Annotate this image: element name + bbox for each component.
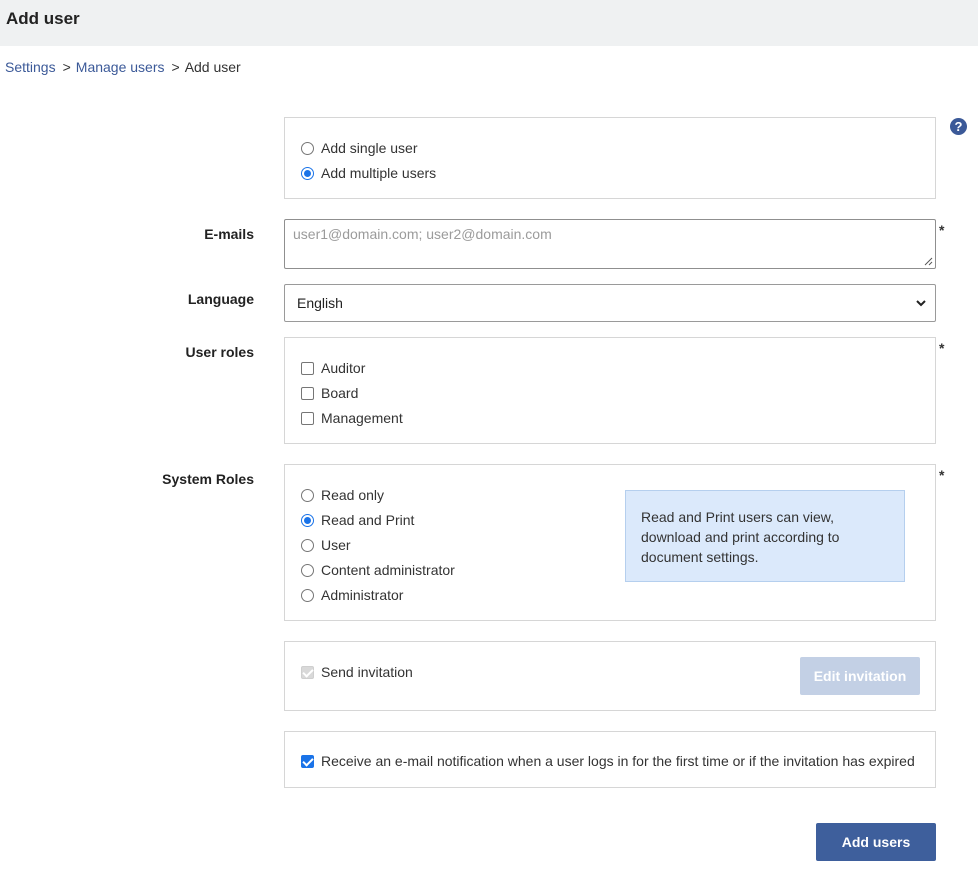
checkbox[interactable] [301, 754, 314, 768]
radio-add-single-user[interactable]: Add single user [301, 140, 418, 156]
radio-label: Add multiple users [321, 165, 437, 181]
checkbox-auditor[interactable]: Auditor [301, 360, 365, 376]
radio-button[interactable] [301, 141, 314, 155]
user-roles-panel: Auditor Board Management [284, 337, 936, 444]
checkbox-label: Auditor [321, 360, 366, 376]
radio-content-administrator[interactable]: Content administrator [301, 562, 455, 578]
radio-label: Read only [321, 487, 385, 503]
radio-add-multiple-users[interactable]: Add multiple users [301, 165, 436, 181]
breadcrumb-manage-users[interactable]: Manage users [76, 59, 165, 75]
checkbox-label: Send invitation [321, 664, 413, 680]
breadcrumb-separator: > [171, 59, 180, 75]
system-roles-label: System Roles [162, 471, 254, 487]
checkbox [301, 665, 314, 679]
checkbox[interactable] [301, 411, 314, 425]
radio-button[interactable] [301, 538, 314, 552]
radio-button[interactable] [301, 588, 314, 602]
breadcrumb: Settings > Manage users > Add user [5, 59, 241, 75]
checkbox-label: Receive an e-mail notification when a us… [321, 753, 915, 769]
breadcrumb-current: Add user [184, 59, 241, 75]
user-roles-label: User roles [185, 344, 254, 360]
language-label: Language [187, 291, 254, 307]
radio-administrator[interactable]: Administrator [301, 587, 403, 603]
radio-label: User [321, 537, 351, 553]
radio-label: Content administrator [321, 562, 455, 578]
checkbox-management[interactable]: Management [301, 410, 403, 426]
question-circle-icon[interactable]: ? [950, 118, 967, 135]
role-info-box: Read and Print users can view, download … [625, 490, 905, 582]
checkbox-label: Board [321, 385, 359, 401]
radio-button[interactable] [301, 488, 314, 502]
add-users-button[interactable]: Add users [816, 823, 936, 861]
radio-label: Add single user [321, 140, 418, 156]
checkbox-label: Management [321, 410, 403, 426]
resize-grip-icon[interactable] [923, 256, 933, 266]
notification-panel: Receive an e-mail notification when a us… [284, 731, 936, 788]
radio-label: Administrator [321, 587, 404, 603]
radio-user[interactable]: User [301, 537, 351, 553]
breadcrumb-separator: > [62, 59, 71, 75]
emails-textarea[interactable]: user1@domain.com; user2@domain.com [284, 219, 936, 269]
required-mark: * [939, 467, 945, 483]
checkbox-send-invitation: Send invitation [301, 664, 413, 680]
invitation-panel: Send invitation Edit invitation [284, 641, 936, 711]
emails-placeholder: user1@domain.com; user2@domain.com [293, 226, 552, 242]
language-select[interactable]: English [284, 284, 936, 322]
chevron-down-icon [916, 300, 926, 307]
checkbox-board[interactable]: Board [301, 385, 358, 401]
page-title: Add user [6, 9, 80, 28]
radio-button[interactable] [301, 563, 314, 577]
radio-button[interactable] [301, 166, 314, 180]
required-mark: * [939, 340, 945, 356]
checkbox-notification[interactable]: Receive an e-mail notification when a us… [301, 753, 915, 769]
language-value: English [297, 295, 343, 311]
checkbox[interactable] [301, 386, 314, 400]
breadcrumb-settings[interactable]: Settings [5, 59, 56, 75]
emails-label: E-mails [204, 226, 254, 242]
radio-read-and-print[interactable]: Read and Print [301, 512, 414, 528]
required-mark: * [939, 222, 945, 238]
edit-invitation-button: Edit invitation [800, 657, 920, 695]
page-header: Add user [0, 0, 978, 46]
radio-label: Read and Print [321, 512, 415, 528]
radio-read-only[interactable]: Read only [301, 487, 384, 503]
system-roles-panel: Read only Read and Print User Content ad… [284, 464, 936, 621]
add-mode-panel: Add single user Add multiple users [284, 117, 936, 199]
checkbox[interactable] [301, 361, 314, 375]
radio-button[interactable] [301, 513, 314, 527]
